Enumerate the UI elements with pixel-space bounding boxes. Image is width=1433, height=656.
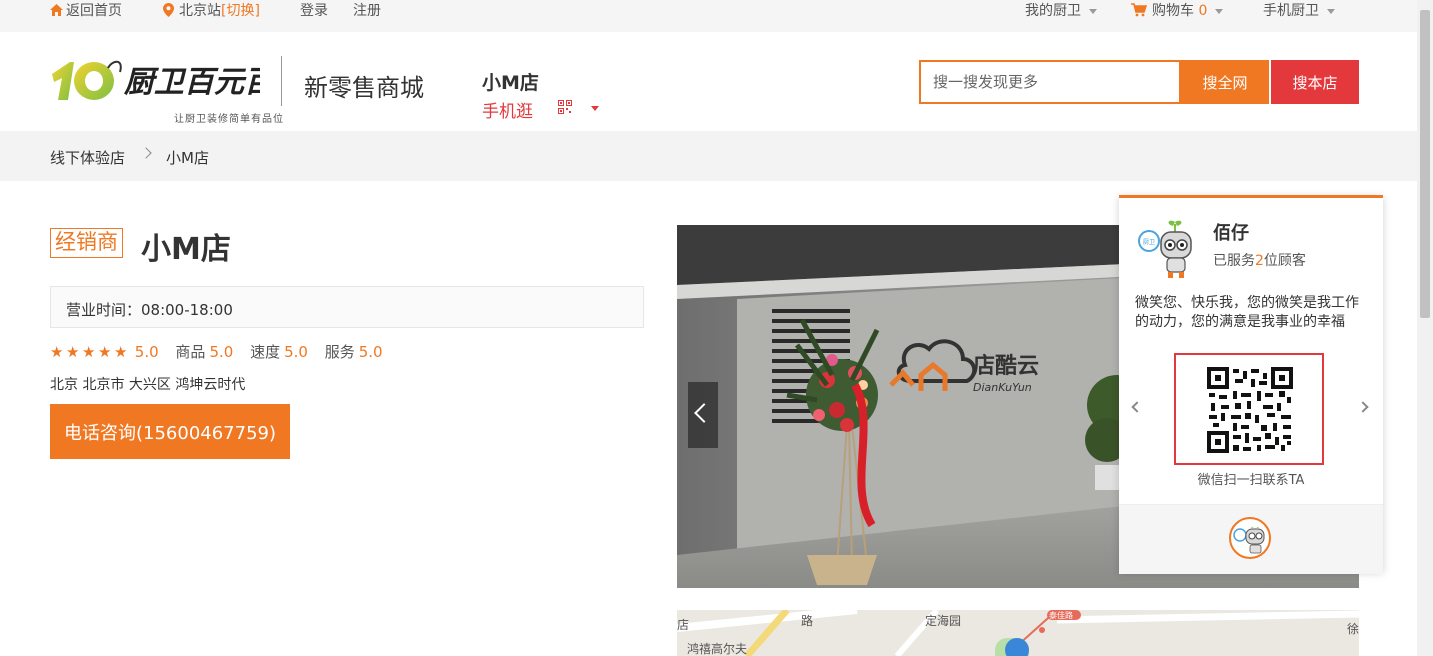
dealer-badge: 经销商 [50,228,123,258]
cart-menu[interactable]: 购物车 0 [1131,2,1224,20]
search-all-button[interactable]: 搜全网 [1181,60,1269,104]
city-selector[interactable]: 北京站[切换] [163,2,260,20]
mobile-browse-link[interactable]: 手机逛 [482,97,533,122]
chevron-left-icon[interactable] [1131,401,1143,413]
photo-prev-button[interactable] [688,382,718,448]
qr-code-icon [1207,367,1293,453]
qr-caption: 微信扫一扫联系TA [1197,473,1305,488]
map-label: 泰佳路 [1049,611,1073,620]
site-logo[interactable]: 厨卫百元百 让厨卫装修简单有品位 [50,54,283,125]
top-bar: 返回首页 北京站[切换] 登录 注册 我的厨卫 购物车 0 手机厨卫 [0,0,1417,32]
chevron-right-icon[interactable] [1357,401,1369,413]
store-title: 小M店 [141,232,231,267]
header-divider [281,56,282,106]
cart-count: 0 [1198,3,1208,19]
business-hours: 营业时间：08:00-18:00 [50,286,644,328]
switch-city-link[interactable]: [切换] [221,3,260,19]
agent-motto: 微笑您、快乐我，您的微笑是我工作的动力，您的满意是我事业的幸福 [1135,295,1359,330]
map-label: 徐 [1347,622,1359,636]
store-map[interactable]: 店 路 定海园 鸿禧高尔夫 徐 泰佳路 [677,610,1359,656]
site-slogan: 新零售商城 [304,74,424,102]
star-icon: ★ [66,343,80,361]
rating-speed: 5.0 [284,343,308,361]
map-label: 鸿禧高尔夫 [687,642,748,656]
wechat-qr-code [1174,353,1324,465]
phone-consult-button[interactable]: 电话咨询(15600467759) [50,404,290,459]
rating-goods: 5.0 [209,343,234,361]
mascot-avatar-icon: 厨卫 [1138,220,1192,278]
star-icon: ★ [50,343,64,361]
breadcrumb: 线下体验店 小M店 [0,131,1417,181]
chevron-down-icon[interactable] [591,106,599,111]
register-link[interactable]: 注册 [353,2,381,20]
sign-text-cn: 店酷云 [973,354,1039,379]
breadcrumb-parent[interactable]: 线下体验店 [50,147,125,168]
home-icon [50,4,63,16]
header: 厨卫百元百 让厨卫装修简单有品位 新零售商城 小M店 手机逛 搜全网 搜本店 [0,32,1417,131]
header-store-name: 小M店 [482,72,539,94]
rating-service-label: 服务 [324,343,355,361]
search-input[interactable] [921,62,1179,102]
cart-icon [1131,3,1148,17]
rating-overall: 5.0 [134,343,159,361]
qr-code-icon[interactable] [558,100,572,114]
map-label: 路 [801,614,814,628]
chevron-down-icon [1327,8,1335,14]
chevron-left-icon [694,403,714,423]
rating-goods-label: 商品 [175,343,206,361]
my-account-menu[interactable]: 我的厨卫 [1025,2,1097,20]
agent-switcher [1119,504,1383,574]
sign-text-en: DianKuYun [973,381,1032,394]
map-graphic [677,610,1359,656]
svg-text:厨卫: 厨卫 [1143,239,1155,246]
scrollbar-thumb[interactable] [1420,10,1430,318]
agent-thumbnail[interactable] [1229,517,1271,559]
logo-tagline: 让厨卫装修简单有品位 [174,114,284,125]
agent-name: 佰仔 [1213,223,1249,244]
location-pin-icon [163,3,174,17]
rating-speed-label: 速度 [250,343,281,361]
chevron-down-icon [1089,8,1097,14]
star-icon: ★ [98,343,112,361]
page-scrollbar[interactable] [1417,0,1433,656]
home-link[interactable]: 返回首页 [50,2,122,20]
star-icon: ★ [114,343,128,361]
search-store-button[interactable]: 搜本店 [1271,60,1359,104]
chevron-down-icon [1215,8,1224,14]
business-hours-text: 营业时间：08:00-18:00 [66,301,233,319]
served-count: 已服务2位顾客 [1213,253,1306,269]
map-label: 店 [677,618,690,632]
svg-text:厨卫百元百: 厨卫百元百 [123,65,260,100]
search-box [919,60,1181,104]
star-icon: ★ [82,343,96,361]
breadcrumb-current: 小M店 [166,149,209,167]
store-ratings: ★ ★ ★ ★ ★ 5.0 商品 5.0 速度 5.0 服务 5.0 [50,341,395,361]
logo-graphic-icon: 厨卫百元百 [52,60,279,100]
mascot-avatar-icon [1233,526,1265,554]
chevron-right-icon [140,147,152,159]
mobile-menu[interactable]: 手机厨卫 [1263,2,1335,20]
map-label: 定海园 [925,614,962,628]
customer-service-panel: 厨卫 佰仔 已服务2位顾客 微笑您、快乐我，您的微笑是我工作的动力，您的满意是我… [1119,195,1383,574]
login-link[interactable]: 登录 [300,2,328,20]
rating-service: 5.0 [358,343,383,361]
store-address: 北京 北京市 大兴区 鸿坤云时代 [50,377,246,393]
